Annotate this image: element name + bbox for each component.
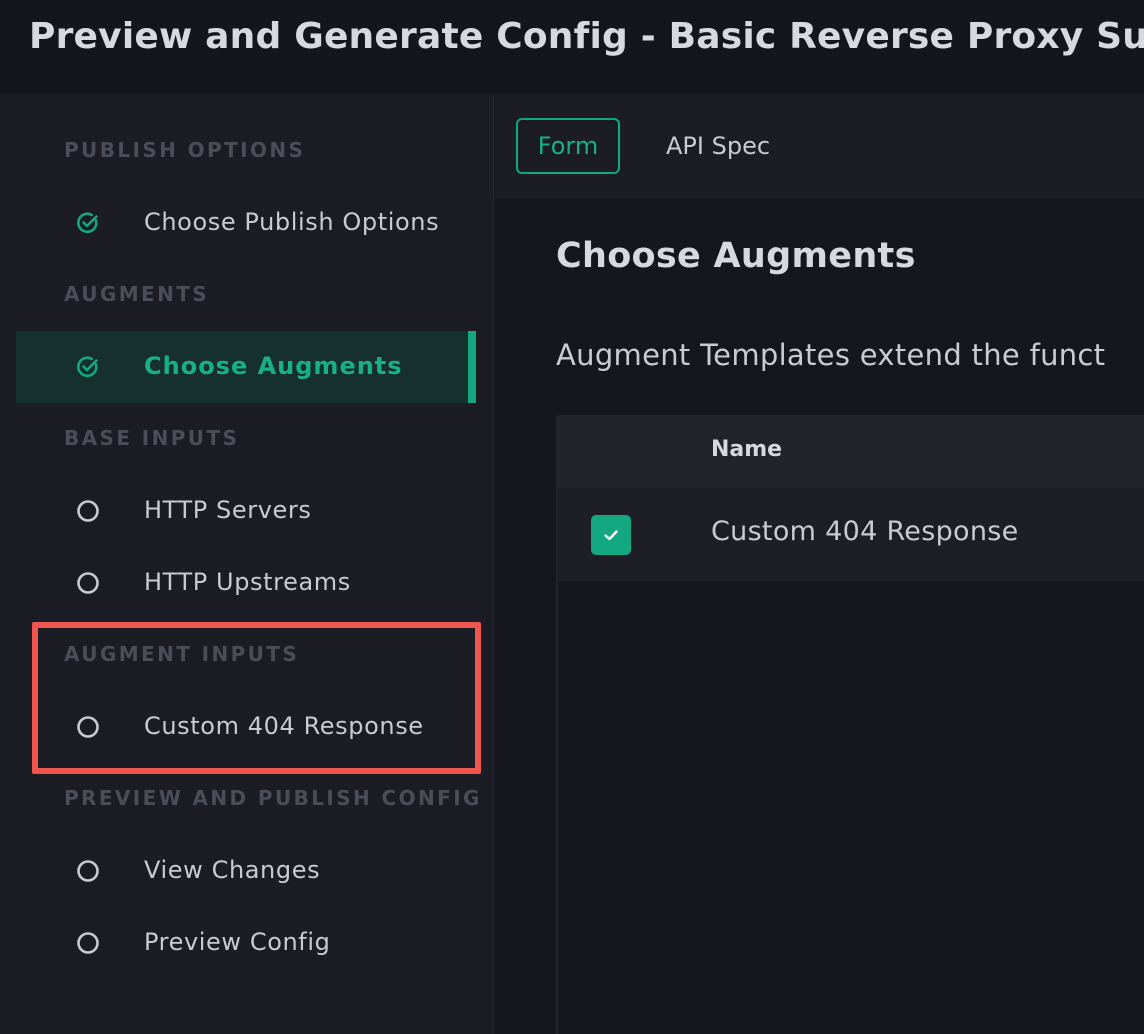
section-header-base-inputs: BASE INPUTS <box>64 426 240 450</box>
empty-circle-icon <box>77 500 99 522</box>
sidebar-item-choose-publish-options[interactable]: Choose Publish Options <box>16 187 476 259</box>
main-content: Choose Augments Augment Templates extend… <box>495 199 1144 1034</box>
empty-circle-icon <box>77 860 99 882</box>
tab-form[interactable]: Form <box>516 118 620 174</box>
check-circle-icon <box>77 356 98 378</box>
empty-circle-icon <box>77 572 99 594</box>
sidebar-item-http-servers[interactable]: HTTP Servers <box>16 475 476 547</box>
augment-name-cell: Custom 404 Response <box>711 516 1019 547</box>
sidebar: PUBLISH OPTIONS Choose Publish Options A… <box>0 94 494 1034</box>
checkmark-icon <box>604 530 618 541</box>
sidebar-item-view-changes[interactable]: View Changes <box>16 835 476 907</box>
sidebar-item-label: Custom 404 Response <box>144 712 424 740</box>
check-circle-icon <box>77 212 98 234</box>
view-tabs: Form API Spec <box>495 94 1144 198</box>
sidebar-item-label: View Changes <box>144 856 321 884</box>
title-bar: Preview and Generate Config - Basic Reve… <box>0 0 1144 94</box>
sidebar-item-label: Choose Augments <box>144 352 403 380</box>
column-header-name: Name <box>711 437 783 462</box>
sidebar-item-choose-augments[interactable]: Choose Augments <box>16 331 476 403</box>
page-description: Augment Templates extend the funct <box>556 338 1106 372</box>
sidebar-item-preview-config[interactable]: Preview Config <box>16 907 476 979</box>
table-row[interactable]: Custom 404 Response <box>558 487 1144 581</box>
empty-circle-icon <box>77 932 99 954</box>
sidebar-item-label: Choose Publish Options <box>144 208 440 236</box>
sidebar-item-custom-404-response[interactable]: Custom 404 Response <box>16 691 476 763</box>
window-title: Preview and Generate Config - Basic Reve… <box>29 16 1144 57</box>
sidebar-item-http-upstreams[interactable]: HTTP Upstreams <box>16 547 476 619</box>
empty-circle-icon <box>77 716 99 738</box>
page-title: Choose Augments <box>556 236 916 276</box>
augments-table: Name Custom 404 Response <box>556 415 1144 1034</box>
sidebar-item-label: Preview Config <box>144 928 331 956</box>
sidebar-item-label: HTTP Upstreams <box>144 568 351 596</box>
app-window: Preview and Generate Config - Basic Reve… <box>0 0 1144 1034</box>
tab-api-spec[interactable]: API Spec <box>666 118 770 174</box>
table-header: Name <box>558 415 1144 487</box>
section-header-augments: AUGMENTS <box>64 282 210 306</box>
section-header-publish-options: PUBLISH OPTIONS <box>64 138 306 162</box>
row-select-checkbox[interactable] <box>591 515 631 555</box>
section-header-preview-and-publish-config: PREVIEW AND PUBLISH CONFIG <box>64 786 482 810</box>
sidebar-item-label: HTTP Servers <box>144 496 312 524</box>
section-header-augment-inputs: AUGMENT INPUTS <box>64 642 300 666</box>
